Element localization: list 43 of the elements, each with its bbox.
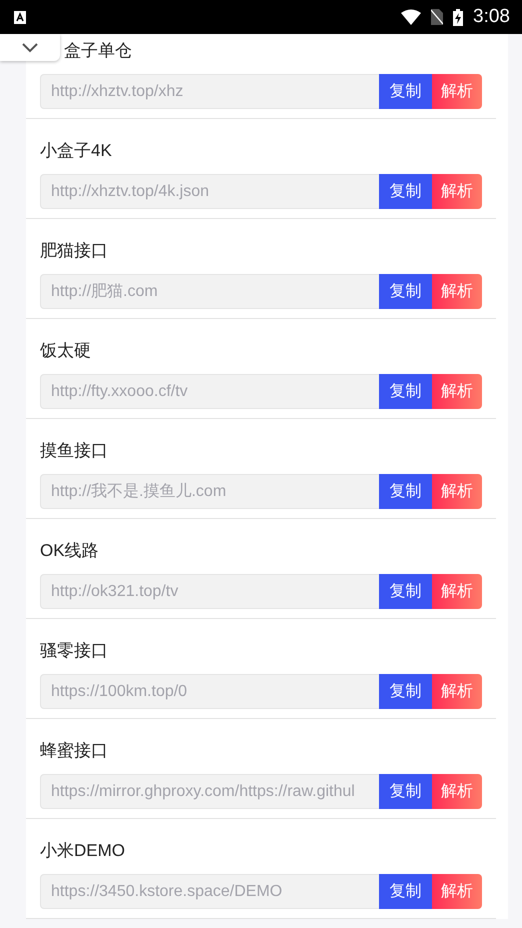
url-field[interactable]: https://mirror.ghproxy.com/https://raw.githul	[40, 774, 379, 809]
url-field[interactable]: http://肥猫.com	[40, 274, 379, 309]
battery-charging-icon	[453, 8, 464, 26]
parse-button[interactable]: 解析	[432, 474, 482, 509]
entry-title: 摸鱼接口	[40, 440, 109, 462]
url-field[interactable]: https://100km.top/0	[40, 674, 379, 709]
entry-title: OK线路	[40, 540, 100, 562]
url-field[interactable]: http://ok321.top/tv	[40, 574, 379, 609]
entry-title: 盒子单仓	[63, 40, 133, 62]
parse-button[interactable]: 解析	[432, 274, 482, 309]
chevron-down-icon	[22, 42, 38, 52]
copy-button[interactable]: 复制	[379, 74, 432, 109]
parse-button[interactable]: 解析	[432, 374, 482, 409]
entry-title: 蜂蜜接口	[40, 740, 109, 762]
parse-button[interactable]: 解析	[432, 674, 482, 709]
entry-title: 小米DEMO	[40, 840, 126, 862]
entry-title: 小盒子4K	[40, 140, 113, 162]
app-notification-icon	[14, 10, 26, 24]
copy-button[interactable]: 复制	[379, 274, 432, 309]
parse-button[interactable]: 解析	[432, 74, 482, 109]
clock-time: 3:08	[473, 6, 510, 28]
copy-button[interactable]: 复制	[379, 674, 432, 709]
url-field[interactable]: http://fty.xxooo.cf/tv	[40, 374, 379, 409]
copy-button[interactable]: 复制	[379, 574, 432, 609]
parse-button[interactable]: 解析	[432, 774, 482, 809]
entry-title: 饭太硬	[40, 340, 92, 362]
copy-button[interactable]: 复制	[379, 474, 432, 509]
copy-button[interactable]: 复制	[379, 874, 432, 909]
entry-title: 骚零接口	[40, 640, 109, 662]
parse-button[interactable]: 解析	[432, 174, 482, 209]
copy-button[interactable]: 复制	[379, 174, 432, 209]
wifi-icon	[401, 9, 422, 25]
url-field[interactable]: http://xhztv.top/xhz	[40, 74, 379, 109]
parse-button[interactable]: 解析	[432, 874, 482, 909]
url-field[interactable]: http://我不是.摸鱼儿.com	[40, 474, 379, 509]
url-field[interactable]: http://xhztv.top/4k.json	[40, 174, 379, 209]
copy-button[interactable]: 复制	[379, 374, 432, 409]
no-sim-icon	[431, 9, 444, 25]
collapse-button[interactable]	[0, 34, 60, 61]
url-field[interactable]: https://3450.kstore.space/DEMO	[40, 874, 379, 909]
entry-title: 肥猫接口	[40, 240, 109, 262]
parse-button[interactable]: 解析	[432, 574, 482, 609]
copy-button[interactable]: 复制	[379, 774, 432, 809]
